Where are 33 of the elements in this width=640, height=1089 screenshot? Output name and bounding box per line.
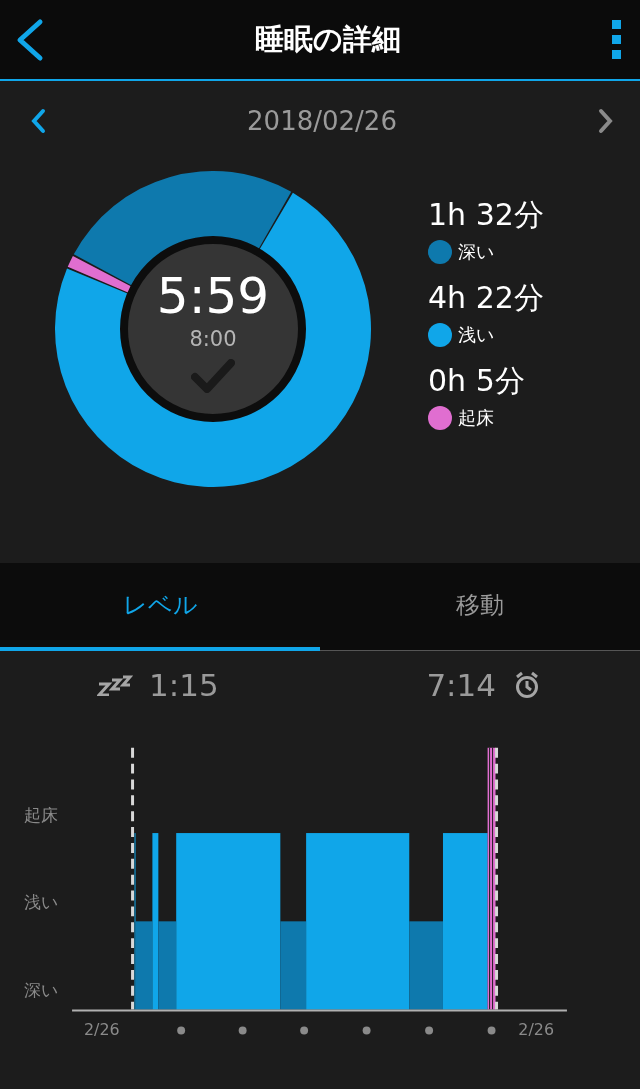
total-sleep-time: 5:59 [156, 270, 270, 321]
axis-dot [177, 1026, 186, 1035]
tab[interactable]: 移動 [320, 563, 640, 651]
stage-label: 起床 [458, 405, 494, 430]
date-label: 2018/02/26 [247, 106, 397, 136]
chevron-left-icon [30, 108, 46, 134]
sleep-goal: 8:00 [189, 326, 237, 351]
screen-title: 睡眠の詳細 [255, 20, 401, 58]
sleep-zzz-icon [97, 674, 133, 697]
stage-axis-label: 起床 [24, 805, 59, 826]
stage-axis-label: 深い [24, 979, 59, 1000]
wake-time: 7:14 [426, 667, 496, 704]
next-date-button[interactable] [598, 108, 614, 134]
previous-date-button[interactable] [30, 108, 46, 134]
chevron-right-icon [598, 108, 614, 134]
tab[interactable]: レベル [0, 563, 320, 651]
stage-axis-label: 浅い [24, 892, 59, 913]
more-icon [612, 19, 622, 60]
axis-dot [238, 1026, 247, 1035]
axis-dot [487, 1026, 496, 1035]
stage-label: 浅い [458, 322, 494, 347]
more-menu-button[interactable] [612, 19, 622, 60]
axis-dot [300, 1026, 309, 1035]
date-axis-label: 2/26 [518, 1020, 554, 1040]
stage-duration: 1h 32分 [428, 195, 544, 234]
sleep-start-time: 1:15 [149, 667, 219, 704]
axis-dot [425, 1026, 434, 1035]
date-axis-label: 2/26 [83, 1020, 120, 1040]
stage-duration: 4h 22分 [428, 278, 544, 317]
stage-label: 深い [458, 239, 494, 264]
axis-dot [362, 1026, 371, 1035]
alarm-clock-icon [514, 671, 540, 700]
stage-duration: 0h 5分 [428, 361, 526, 400]
